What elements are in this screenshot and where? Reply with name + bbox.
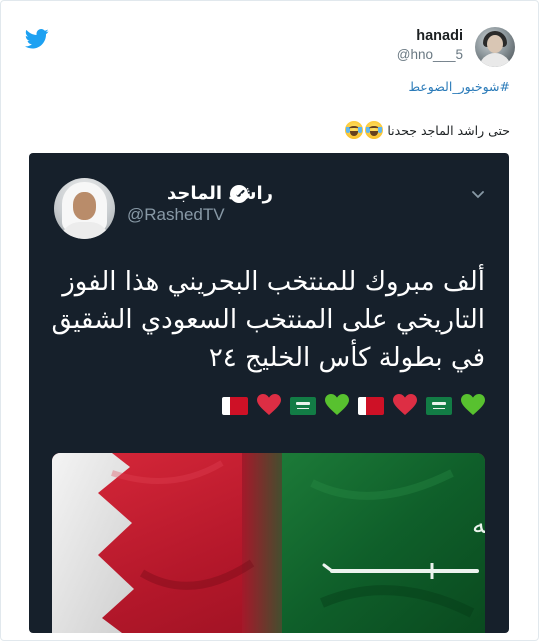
laughing-tears-emoji-icon: [345, 121, 364, 139]
author-handle[interactable]: @hno___5: [397, 47, 463, 62]
embedded-author-handle: @RashedTV: [127, 205, 225, 224]
avatar[interactable]: [475, 27, 515, 67]
saudi-flag-icon: [290, 397, 316, 415]
flags-photo: لا إله إلا الله محمد رسول الله: [52, 453, 485, 633]
shahada-text: لا إله إلا الله محمد رسول الله: [472, 510, 485, 540]
saudi-flag-icon: [426, 397, 452, 415]
embedded-avatar: [54, 178, 115, 239]
bahrain-flag-icon: [222, 397, 248, 415]
chevron-down-icon: [472, 191, 484, 199]
attached-image[interactable]: راشد الماجد @RashedTV ألف مبروك للمنتخب …: [29, 153, 509, 633]
embedded-author-name: راشد الماجد: [166, 183, 273, 204]
emoji-row: [222, 394, 485, 418]
red-heart-icon: [257, 394, 281, 418]
bahrain-saudi-flags-image: لا إله إلا الله محمد رسول الله: [52, 453, 485, 633]
tweet-text: حتى راشد الماجد جحدنا: [387, 123, 510, 138]
green-heart-icon: [461, 394, 485, 418]
hashtag-link[interactable]: #شوخبور_الضوعط: [408, 79, 510, 94]
author-name[interactable]: hanadi: [416, 28, 463, 44]
laughing-tears-emoji-icon: [365, 121, 384, 139]
avatar-body: [479, 53, 511, 67]
green-heart-icon: [325, 394, 349, 418]
bahrain-flag-icon: [358, 397, 384, 415]
avatar-face: [487, 35, 503, 53]
tweet-text-line: حتى راشد الماجد جحدنا: [343, 121, 510, 139]
embedded-tweet-text: ألف مبروك للمنتخب البحريني هذا الفوز الت…: [51, 267, 485, 373]
red-heart-icon: [393, 394, 417, 418]
tweet-card[interactable]: hanadi @hno___5 #شوخبور_الضوعط حتى راشد …: [0, 0, 539, 641]
twitter-bird-icon[interactable]: [25, 29, 49, 49]
